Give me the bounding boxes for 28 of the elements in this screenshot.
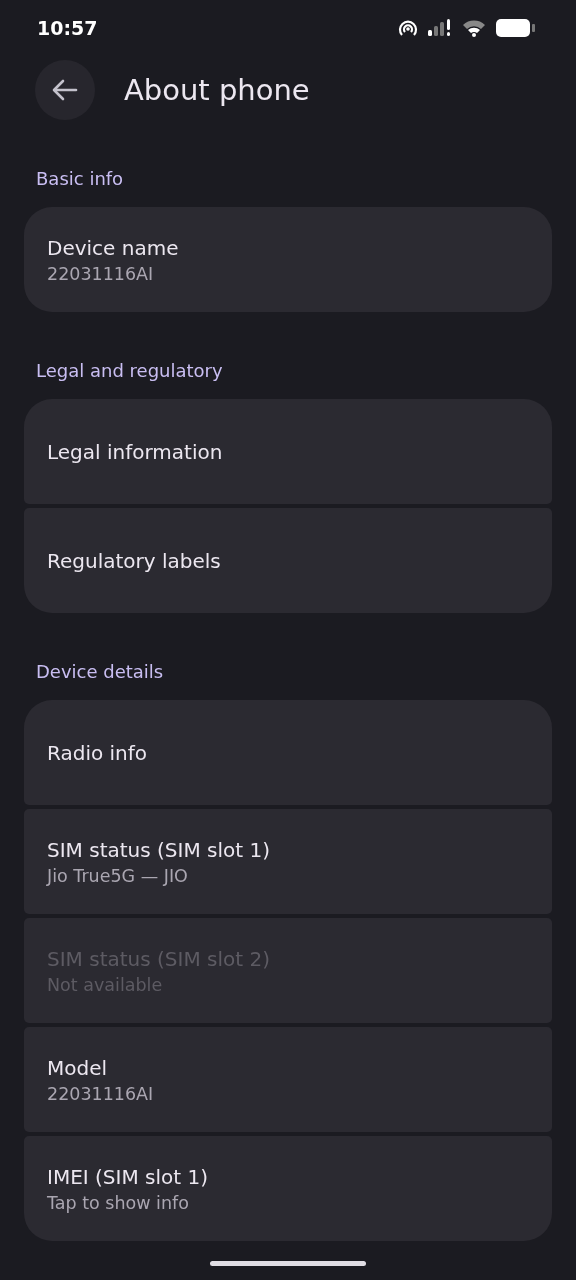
item-title: Regulatory labels [47, 548, 222, 573]
back-arrow-icon [52, 79, 78, 101]
settings-item[interactable]: Legal information [24, 399, 552, 504]
item-title: IMEI (SIM slot 1) [47, 1164, 209, 1189]
section-title: Device details [35, 660, 165, 684]
item-title: Radio info [47, 740, 149, 765]
item-title: Device name [47, 235, 180, 260]
hotspot-icon [398, 19, 418, 37]
section-title: Legal and regulatory [35, 359, 224, 383]
settings-item[interactable]: IMEI (SIM slot 1) Tap to show info [24, 1136, 552, 1241]
settings-item[interactable]: Device name 22031116AI [24, 207, 552, 312]
item-title: Legal information [47, 439, 224, 464]
item-summary: Tap to show info [47, 1192, 190, 1213]
signal-icon [428, 19, 452, 37]
settings-item[interactable]: SIM status (SIM slot 1) Jio True5G — JIO [24, 809, 552, 914]
battery-icon [496, 18, 536, 38]
item-summary: 22031116AI [47, 263, 155, 284]
status-time: 10:57 [37, 17, 98, 39]
page-title: About phone [124, 73, 310, 107]
item-summary: 22031116AI [47, 1083, 155, 1104]
wifi-icon [462, 19, 486, 37]
section-title: Basic info [35, 167, 125, 191]
item-title: SIM status (SIM slot 1) [47, 837, 271, 862]
settings-item[interactable]: Radio info [24, 700, 552, 805]
item-summary: Jio True5G — JIO [47, 865, 189, 886]
item-title: Model [47, 1055, 109, 1080]
settings-item[interactable]: Model 22031116AI [24, 1027, 552, 1132]
settings-item[interactable]: Regulatory labels [24, 508, 552, 613]
